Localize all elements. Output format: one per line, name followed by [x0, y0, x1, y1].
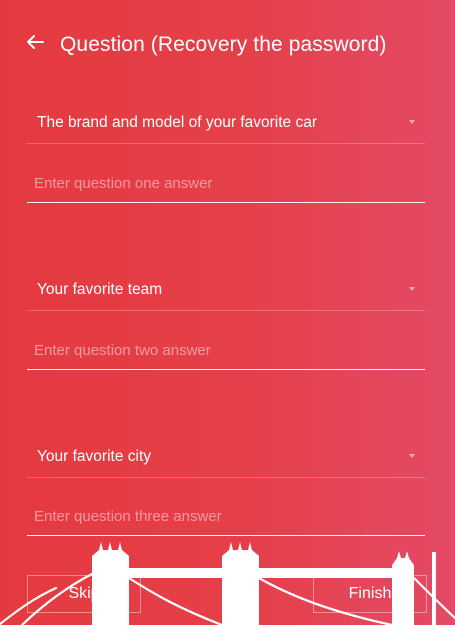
recovery-question-screen: Question (Recovery the password) The bra… — [0, 0, 455, 625]
question-one-label: The brand and model of your favorite car — [37, 114, 318, 131]
page-title: Question (Recovery the password) — [60, 32, 387, 56]
question-three-select[interactable]: Your favorite city — [27, 437, 425, 478]
question-two-answer-input[interactable] — [34, 338, 419, 362]
skip-button[interactable]: Skip — [27, 575, 141, 613]
question-two-label: Your favorite team — [37, 281, 163, 298]
header: Question (Recovery the password) — [24, 28, 387, 60]
dropdown-arrow-icon — [409, 454, 415, 458]
dropdown-arrow-icon — [409, 120, 415, 124]
question-three-label: Your favorite city — [37, 448, 152, 465]
arrow-left-icon — [26, 34, 44, 55]
finish-button[interactable]: Finish — [313, 575, 427, 613]
question-one-select[interactable]: The brand and model of your favorite car — [27, 103, 425, 144]
question-two-select[interactable]: Your favorite team — [27, 270, 425, 311]
question-one-answer-field — [27, 168, 425, 203]
question-three-answer-input[interactable] — [34, 504, 419, 528]
question-three-answer-field — [27, 501, 425, 536]
back-button[interactable] — [24, 33, 46, 55]
question-one-answer-input[interactable] — [34, 171, 419, 195]
question-two-answer-field — [27, 335, 425, 370]
dropdown-arrow-icon — [409, 287, 415, 291]
